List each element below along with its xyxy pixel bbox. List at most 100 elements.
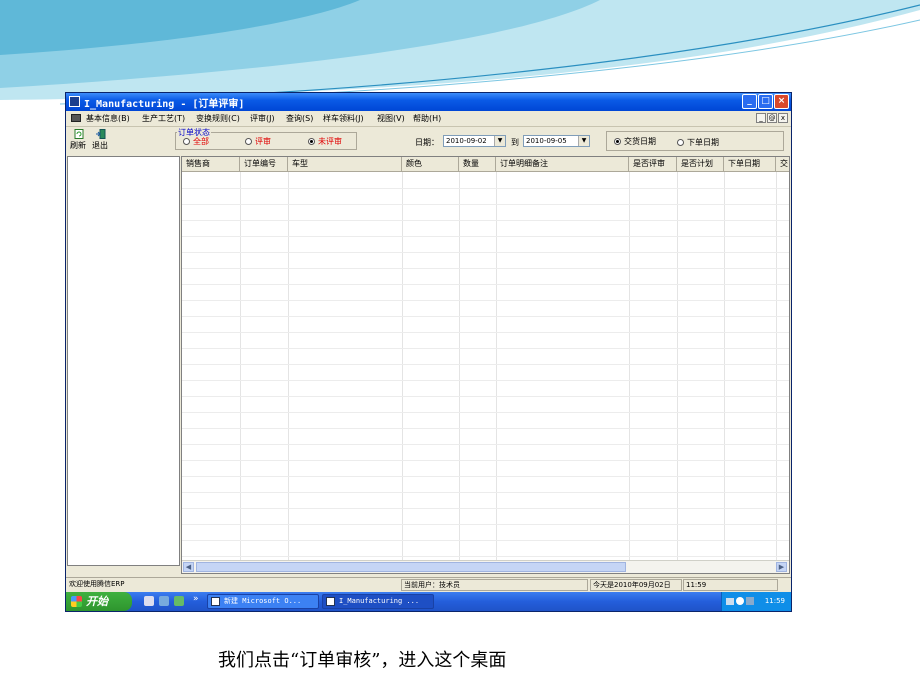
menu-sample-material[interactable]: 样车领料(J) [323,113,364,124]
toolbar: 刷新 退出 订单状态 全部 评审 未评审 日期： 2010-09-02 ▼ 到 … [66,127,791,155]
quicklaunch-browser-icon[interactable] [174,596,184,606]
col-header-delivery[interactable]: 交 [776,157,789,172]
order-status-group: 订单状态 全部 评审 未评审 [175,127,357,150]
show-desktop-icon[interactable] [144,596,154,606]
grid-row-line [182,332,789,333]
grid-row-line [182,476,789,477]
grid-column-line [288,172,289,560]
status-time: 11:59 [683,579,778,591]
left-panel[interactable] [67,156,180,566]
radio-reviewed[interactable]: 评审 [245,136,271,147]
status-bar: 欢迎使用腾信ERP 当前用户：技术员 今天是2010年09月02日 11:59 [66,577,791,592]
start-label: 开始 [86,595,108,608]
menu-view[interactable]: 视图(V) [377,113,405,124]
task-word-document[interactable]: 新建 Microsoft O... [207,594,319,609]
volume-icon[interactable] [746,597,754,605]
grid-row-line [182,220,789,221]
col-header-order-date[interactable]: 下单日期 [724,157,776,172]
mdi-minimize-button[interactable]: _ [756,113,766,123]
col-header-reviewed[interactable]: 是否评审 [629,157,677,172]
date-to-picker[interactable]: 2010-09-05 ▼ [523,135,590,147]
horizontal-scrollbar[interactable]: ◀ ▶ [182,560,789,573]
windows-logo-icon [71,596,82,607]
exit-door-icon [96,129,106,139]
col-header-remarks[interactable]: 订单明细备注 [496,157,629,172]
grid-row-line [182,460,789,461]
exit-button[interactable]: 退出 [92,129,110,153]
grid-column-line [240,172,241,560]
slide-caption: 我们点击“订单审核”，进入这个桌面 [218,650,507,671]
menu-query[interactable]: 查询(S) [286,113,313,124]
date-to-label: 到 [511,138,519,147]
col-header-dealer[interactable]: 销售商 [182,157,240,172]
app-window: I_Manufacturing - [订单评审] _ □ × 基本信息(B) 生… [65,92,792,612]
date-label: 日期： [415,138,439,147]
keyboard-icon[interactable] [726,598,734,605]
radio-reviewed-dot [245,138,252,145]
grid-row-line [182,508,789,509]
grid-row-line [182,236,789,237]
menu-bar: 基本信息(B) 生产工艺(T) 变换规则(C) 评审(J) 查询(S) 样车领料… [66,111,791,127]
date-from-picker[interactable]: 2010-09-02 ▼ [443,135,506,147]
tray-clock[interactable]: 11:59 [765,597,785,605]
col-header-planned[interactable]: 是否计划 [677,157,724,172]
menu-rules[interactable]: 变换规则(C) [196,113,240,124]
radio-all-dot [183,138,190,145]
refresh-label: 刷新 [70,141,86,150]
radio-order-dot [677,139,684,146]
order-grid[interactable]: 销售商 订单编号 车型 颜色 数量 订单明细备注 是否评审 是否计划 下单日期 … [181,156,790,574]
mdi-close-button[interactable]: x [778,113,788,123]
window-title: I_Manufacturing - [订单评审] [84,99,245,110]
menu-review[interactable]: 评审(J) [250,113,275,124]
network-icon[interactable] [736,597,744,605]
menu-help[interactable]: 帮助(H) [413,113,441,124]
date-to-value: 2010-09-05 [526,137,567,145]
scroll-left-icon[interactable]: ◀ [183,562,194,572]
mdi-restore-button[interactable]: @ [767,113,777,123]
task-manufacturing[interactable]: I_Manufacturing ... [322,594,434,609]
grid-row-line [182,348,789,349]
refresh-button[interactable]: 刷新 [70,129,88,153]
start-button[interactable]: 开始 [66,592,132,611]
grid-row-line [182,492,789,493]
grid-row-line [182,524,789,525]
quicklaunch-more[interactable]: » [193,594,199,604]
grid-row-line [182,268,789,269]
radio-delivery-label: 交货日期 [624,137,656,146]
status-date: 今天是2010年09月02日 [590,579,682,591]
task-word-label: 新建 Microsoft O... [224,597,302,605]
grid-row-line [182,204,789,205]
grid-row-line [182,252,789,253]
radio-delivery-date[interactable]: 交货日期 [614,136,656,147]
close-button[interactable]: × [774,94,789,109]
menu-process[interactable]: 生产工艺(T) [142,113,185,124]
chevron-down-icon[interactable]: ▼ [494,136,505,146]
grid-column-line [629,172,630,560]
radio-order-date[interactable]: 下单日期 [677,137,719,148]
grid-row-line [182,284,789,285]
grid-row-line [182,412,789,413]
menu-basic-info[interactable]: 基本信息(B) [86,113,130,124]
maximize-button[interactable]: □ [758,94,773,109]
col-header-qty[interactable]: 数量 [459,157,496,172]
col-header-order-no[interactable]: 订单编号 [240,157,288,172]
app-icon [69,96,80,107]
grid-column-line [677,172,678,560]
title-bar[interactable]: I_Manufacturing - [订单评审] _ □ × [66,93,791,111]
quicklaunch-app-icon[interactable] [159,596,169,606]
scroll-thumb[interactable] [196,562,626,572]
chevron-down-icon[interactable]: ▼ [578,136,589,146]
col-header-model[interactable]: 车型 [288,157,402,172]
task-manufacturing-label: I_Manufacturing ... [339,597,420,605]
word-doc-icon [211,597,220,606]
scroll-right-icon[interactable]: ▶ [776,562,787,572]
mdi-doc-icon [71,114,81,122]
radio-all[interactable]: 全部 [183,136,209,147]
minimize-button[interactable]: _ [742,94,757,109]
date-type-group: 交货日期 下单日期 [606,131,784,151]
radio-all-label: 全部 [193,137,209,146]
radio-unreviewed[interactable]: 未评审 [308,136,342,147]
status-welcome: 欢迎使用腾信ERP [69,580,125,588]
system-tray: 11:59 [721,592,791,611]
col-header-color[interactable]: 颜色 [402,157,459,172]
